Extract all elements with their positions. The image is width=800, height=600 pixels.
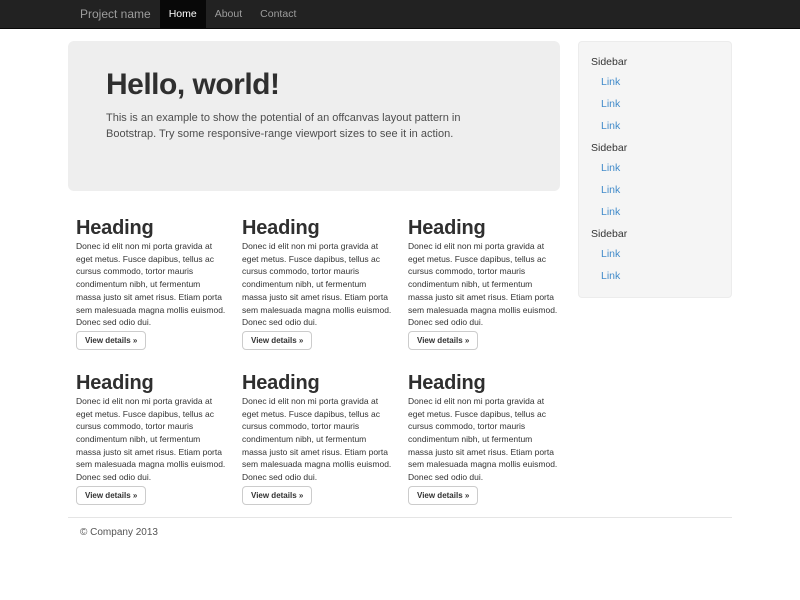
card-body-text: Donec id elit non mi porta gravida at eg… [408, 395, 558, 484]
sidebar-link[interactable]: Link [579, 243, 731, 265]
page-container: Hello, world! This is an example to show… [68, 29, 732, 505]
card-heading: Heading [76, 217, 226, 239]
sidebar-link[interactable]: Link [579, 71, 731, 93]
sidebar-group-title: Sidebar [579, 223, 731, 243]
copyright-text: © Company 2013 [80, 527, 720, 538]
card-body-text: Donec id elit non mi porta gravida at eg… [408, 240, 558, 329]
nav-link-about[interactable]: About [206, 0, 251, 29]
cards-grid: Heading Donec id elit non mi porta gravi… [68, 195, 566, 505]
page-title: Hello, world! [106, 69, 522, 101]
view-details-button[interactable]: View details » [76, 331, 146, 350]
jumbotron: Hello, world! This is an example to show… [68, 41, 560, 191]
navbar-container: Project name Home About Contact [68, 0, 732, 29]
card-heading: Heading [408, 217, 558, 239]
sidebar-link[interactable]: Link [579, 115, 731, 137]
sidebar-group-title: Sidebar [579, 137, 731, 157]
sidebar-link[interactable]: Link [579, 157, 731, 179]
sidebar-column: Sidebar Link Link Link Sidebar Link Link… [566, 29, 732, 505]
card-heading: Heading [242, 217, 392, 239]
sidebar-panel: Sidebar Link Link Link Sidebar Link Link… [578, 41, 732, 298]
content-card: Heading Donec id elit non mi porta gravi… [400, 195, 566, 350]
top-navbar: Project name Home About Contact [0, 0, 800, 29]
content-card: Heading Donec id elit non mi porta gravi… [234, 195, 400, 350]
sidebar-group: Sidebar Link Link [579, 223, 731, 287]
card-heading: Heading [242, 372, 392, 394]
sidebar-link[interactable]: Link [579, 179, 731, 201]
view-details-button[interactable]: View details » [408, 331, 478, 350]
card-body-text: Donec id elit non mi porta gravida at eg… [242, 395, 392, 484]
card-body-text: Donec id elit non mi porta gravida at eg… [76, 395, 226, 484]
sidebar-link[interactable]: Link [579, 201, 731, 223]
card-heading: Heading [408, 372, 558, 394]
main-column: Hello, world! This is an example to show… [68, 29, 566, 505]
nav-item-contact: Contact [251, 0, 305, 29]
card-body-text: Donec id elit non mi porta gravida at eg… [76, 240, 226, 329]
content-card: Heading Donec id elit non mi porta gravi… [234, 350, 400, 505]
content-card: Heading Donec id elit non mi porta gravi… [400, 350, 566, 505]
navbar-brand[interactable]: Project name [80, 0, 151, 29]
nav-item-home: Home [160, 0, 206, 29]
card-heading: Heading [76, 372, 226, 394]
page-footer: © Company 2013 [68, 517, 732, 538]
nav-link-contact[interactable]: Contact [251, 0, 305, 29]
jumbotron-description: This is an example to show the potential… [106, 111, 504, 142]
sidebar-group-title: Sidebar [579, 51, 731, 71]
sidebar-group: Sidebar Link Link Link [579, 51, 731, 137]
sidebar-group: Sidebar Link Link Link [579, 137, 731, 223]
view-details-button[interactable]: View details » [242, 331, 312, 350]
nav-link-home[interactable]: Home [160, 0, 206, 29]
sidebar-link[interactable]: Link [579, 93, 731, 115]
navbar-menu: Home About Contact [160, 0, 306, 29]
view-details-button[interactable]: View details » [408, 486, 478, 505]
content-card: Heading Donec id elit non mi porta gravi… [68, 195, 234, 350]
view-details-button[interactable]: View details » [76, 486, 146, 505]
view-details-button[interactable]: View details » [242, 486, 312, 505]
nav-item-about: About [206, 0, 251, 29]
sidebar-link[interactable]: Link [579, 265, 731, 287]
offcanvas-row: Hello, world! This is an example to show… [68, 29, 732, 505]
content-card: Heading Donec id elit non mi porta gravi… [68, 350, 234, 505]
card-body-text: Donec id elit non mi porta gravida at eg… [242, 240, 392, 329]
